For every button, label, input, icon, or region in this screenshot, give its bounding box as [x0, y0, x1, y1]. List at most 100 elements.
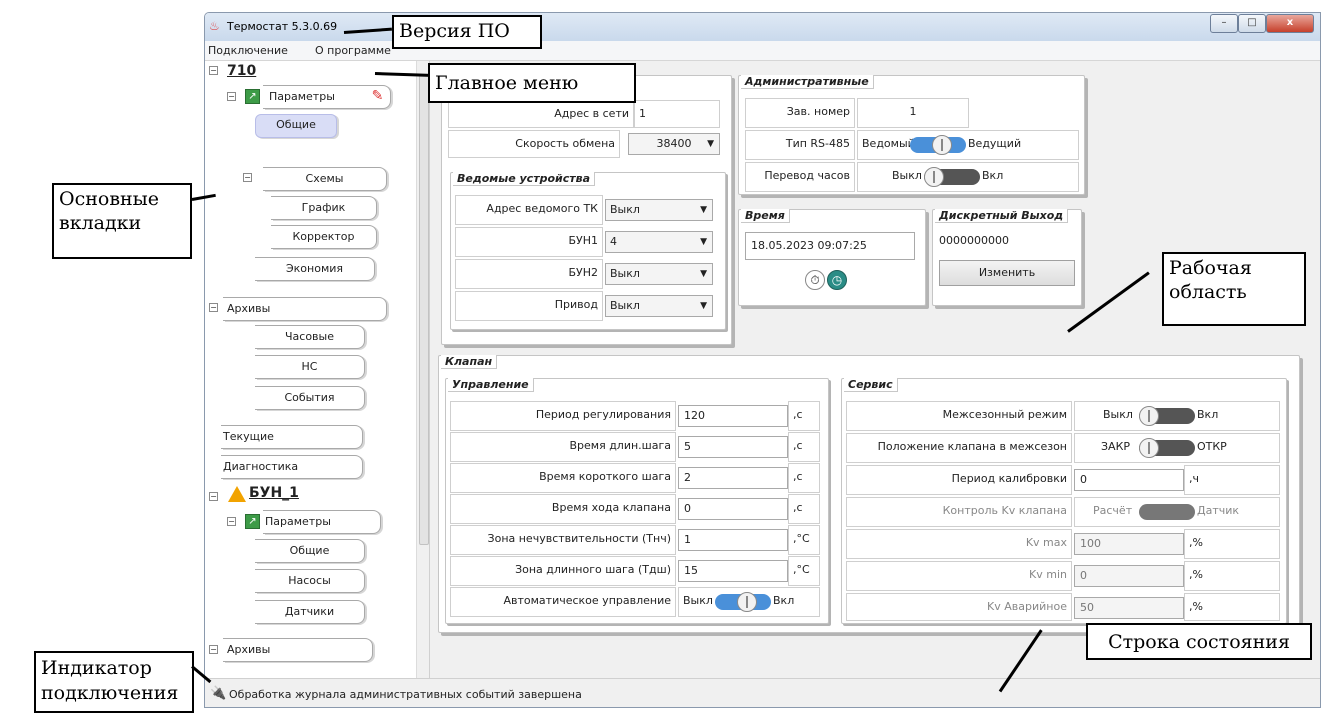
control-row-label: Период регулирования	[450, 401, 676, 431]
clock-toggle[interactable]	[924, 167, 980, 187]
tab-ns[interactable]: НС	[255, 355, 365, 379]
auto-label: Автоматическое управление	[450, 587, 676, 617]
rs485-label: Тип RS-485	[745, 130, 855, 160]
maximize-button[interactable]: □	[1238, 14, 1266, 33]
control-row-input[interactable]: 15	[678, 560, 788, 582]
tab-archives[interactable]: Архивы	[223, 297, 387, 321]
collapse-icon[interactable]: −	[209, 66, 218, 75]
kvmin-input[interactable]: 0	[1074, 565, 1184, 587]
clock-row: Выкл Вкл	[857, 162, 1079, 192]
tab-sensors[interactable]: Датчики	[255, 600, 365, 624]
write-icon[interactable]: ✎	[369, 88, 386, 105]
tab-parameters-bun[interactable]: Параметры	[263, 510, 381, 534]
rs485-on-label: Ведущий	[968, 137, 1022, 150]
interseason-label: Межсезонный режим	[846, 401, 1072, 431]
close-button[interactable]: x	[1266, 14, 1314, 33]
position-row: ЗАКР ОТКР	[1074, 433, 1280, 463]
menu-about[interactable]: О программе	[315, 44, 391, 57]
title-bar: ♨ Термостат 5.3.0.69 – □ x	[205, 13, 1320, 41]
control-row-input[interactable]: 120	[678, 405, 788, 427]
tab-hourly[interactable]: Часовые	[255, 325, 365, 349]
parameters-icon: ↗	[245, 89, 260, 104]
datetime-field[interactable]: 18.05.2023 09:07:25	[745, 232, 915, 260]
slave-addr-select[interactable]: Выкл ▼	[605, 199, 713, 221]
control-row-unit: ,с	[788, 401, 820, 431]
slaves-group: Ведомые устройства Адрес ведомого ТК Вык…	[450, 172, 726, 330]
tab-general-bun[interactable]: Общие	[255, 539, 365, 563]
minimize-button[interactable]: –	[1210, 14, 1238, 33]
change-button[interactable]: Изменить	[939, 260, 1075, 286]
kv-ctrl-toggle[interactable]	[1139, 502, 1195, 522]
annotation-main-menu: Главное меню	[428, 63, 636, 103]
collapse-icon[interactable]: −	[209, 303, 218, 312]
collapse-icon[interactable]: −	[209, 492, 218, 501]
tab-diagnostics[interactable]: Диагностика	[221, 455, 363, 479]
kvalarm-input[interactable]: 50	[1074, 597, 1184, 619]
drive-label: Привод	[455, 291, 603, 321]
device-bun1[interactable]: БУН_1	[249, 485, 299, 501]
navigation-tree: − 710 − ↗ Параметры ✎ Общие − Схемы Граф…	[205, 61, 430, 678]
interseason-on-label: Вкл	[1197, 408, 1219, 421]
interseason-off-label: Выкл	[1103, 408, 1133, 421]
rs485-toggle[interactable]	[910, 135, 966, 155]
kvmax-input[interactable]: 100	[1074, 533, 1184, 555]
time-group: Время 18.05.2023 09:07:25 ⏱ ◷	[738, 209, 926, 306]
speed-select[interactable]: 38400 ▼	[628, 133, 720, 155]
kv-ctrl-off-label: Расчёт	[1093, 504, 1133, 517]
position-toggle[interactable]	[1139, 438, 1195, 458]
kvmax-label: Kv max	[846, 529, 1072, 559]
kv-ctrl-label: Контроль Kv клапана	[846, 497, 1072, 527]
kv-ctrl-row: Расчёт Датчик	[1074, 497, 1280, 527]
tab-pumps[interactable]: Насосы	[255, 569, 365, 593]
menu-connect[interactable]: Подключение	[208, 44, 288, 57]
annotation-main-tabs: Основные вкладки	[52, 183, 192, 259]
serial-label: Зав. номер	[745, 98, 855, 128]
tab-graph[interactable]: График	[271, 196, 377, 220]
slave-addr-label: Адрес ведомого ТК	[455, 195, 603, 225]
control-row-input[interactable]: 5	[678, 436, 788, 458]
tab-corrector[interactable]: Корректор	[271, 225, 377, 249]
tab-current[interactable]: Текущие	[221, 425, 363, 449]
stopwatch-icon[interactable]: ⏱	[805, 270, 825, 290]
tab-archives-bun[interactable]: Архивы	[223, 638, 373, 662]
tab-events[interactable]: События	[255, 386, 365, 410]
collapse-icon[interactable]: −	[209, 645, 218, 654]
control-row-input[interactable]: 2	[678, 467, 788, 489]
control-row-input[interactable]: 0	[678, 498, 788, 520]
thermostat-icon: ♨	[209, 19, 220, 33]
speed-label: Скорость обмена	[448, 130, 620, 158]
control-row-input[interactable]: 1	[678, 529, 788, 551]
bun1-select[interactable]: 4 ▼	[605, 231, 713, 253]
status-text: Обработка журнала административных событ…	[229, 688, 582, 701]
drive-select[interactable]: Выкл ▼	[605, 295, 713, 317]
interseason-toggle[interactable]	[1139, 406, 1195, 426]
position-label: Положение клапана в межсезон	[846, 433, 1072, 463]
control-row-label: Зона нечувствительности (Тнч)	[450, 525, 676, 555]
sync-clock-icon[interactable]: ◷	[827, 270, 847, 290]
tab-general[interactable]: Общие	[255, 114, 337, 138]
tab-schemes[interactable]: Схемы	[263, 167, 387, 191]
collapse-icon[interactable]: −	[227, 517, 236, 526]
annotation-connection-indicator: Индикатор подключения	[34, 651, 194, 713]
bun2-select[interactable]: Выкл ▼	[605, 263, 713, 285]
network-group: Адрес в сети 1 Скорость обмена 38400 ▼ Ве…	[441, 75, 732, 345]
tab-economy[interactable]: Экономия	[255, 257, 375, 281]
connection-indicator-icon: 🔌	[210, 686, 227, 701]
device-710[interactable]: 710	[227, 63, 256, 79]
annotation-work-area: Рабочая область	[1162, 252, 1306, 326]
scroll-thumb[interactable]	[419, 75, 429, 545]
parameters-icon: ↗	[245, 514, 260, 529]
calib-unit: ,ч	[1184, 465, 1280, 495]
tree-scrollbar[interactable]	[416, 61, 429, 678]
addr-value[interactable]: 1	[634, 100, 720, 128]
collapse-icon[interactable]: −	[227, 92, 236, 101]
time-title: Время	[741, 209, 790, 223]
control-title: Управление	[448, 378, 534, 392]
collapse-icon[interactable]: −	[243, 173, 252, 182]
clock-on-label: Вкл	[982, 169, 1004, 182]
auto-toggle[interactable]	[715, 592, 771, 612]
control-row-label: Время хода клапана	[450, 494, 676, 524]
addr-label: Адрес в сети	[448, 100, 634, 128]
clock-off-label: Выкл	[892, 169, 922, 182]
calib-input[interactable]: 0	[1074, 469, 1184, 491]
